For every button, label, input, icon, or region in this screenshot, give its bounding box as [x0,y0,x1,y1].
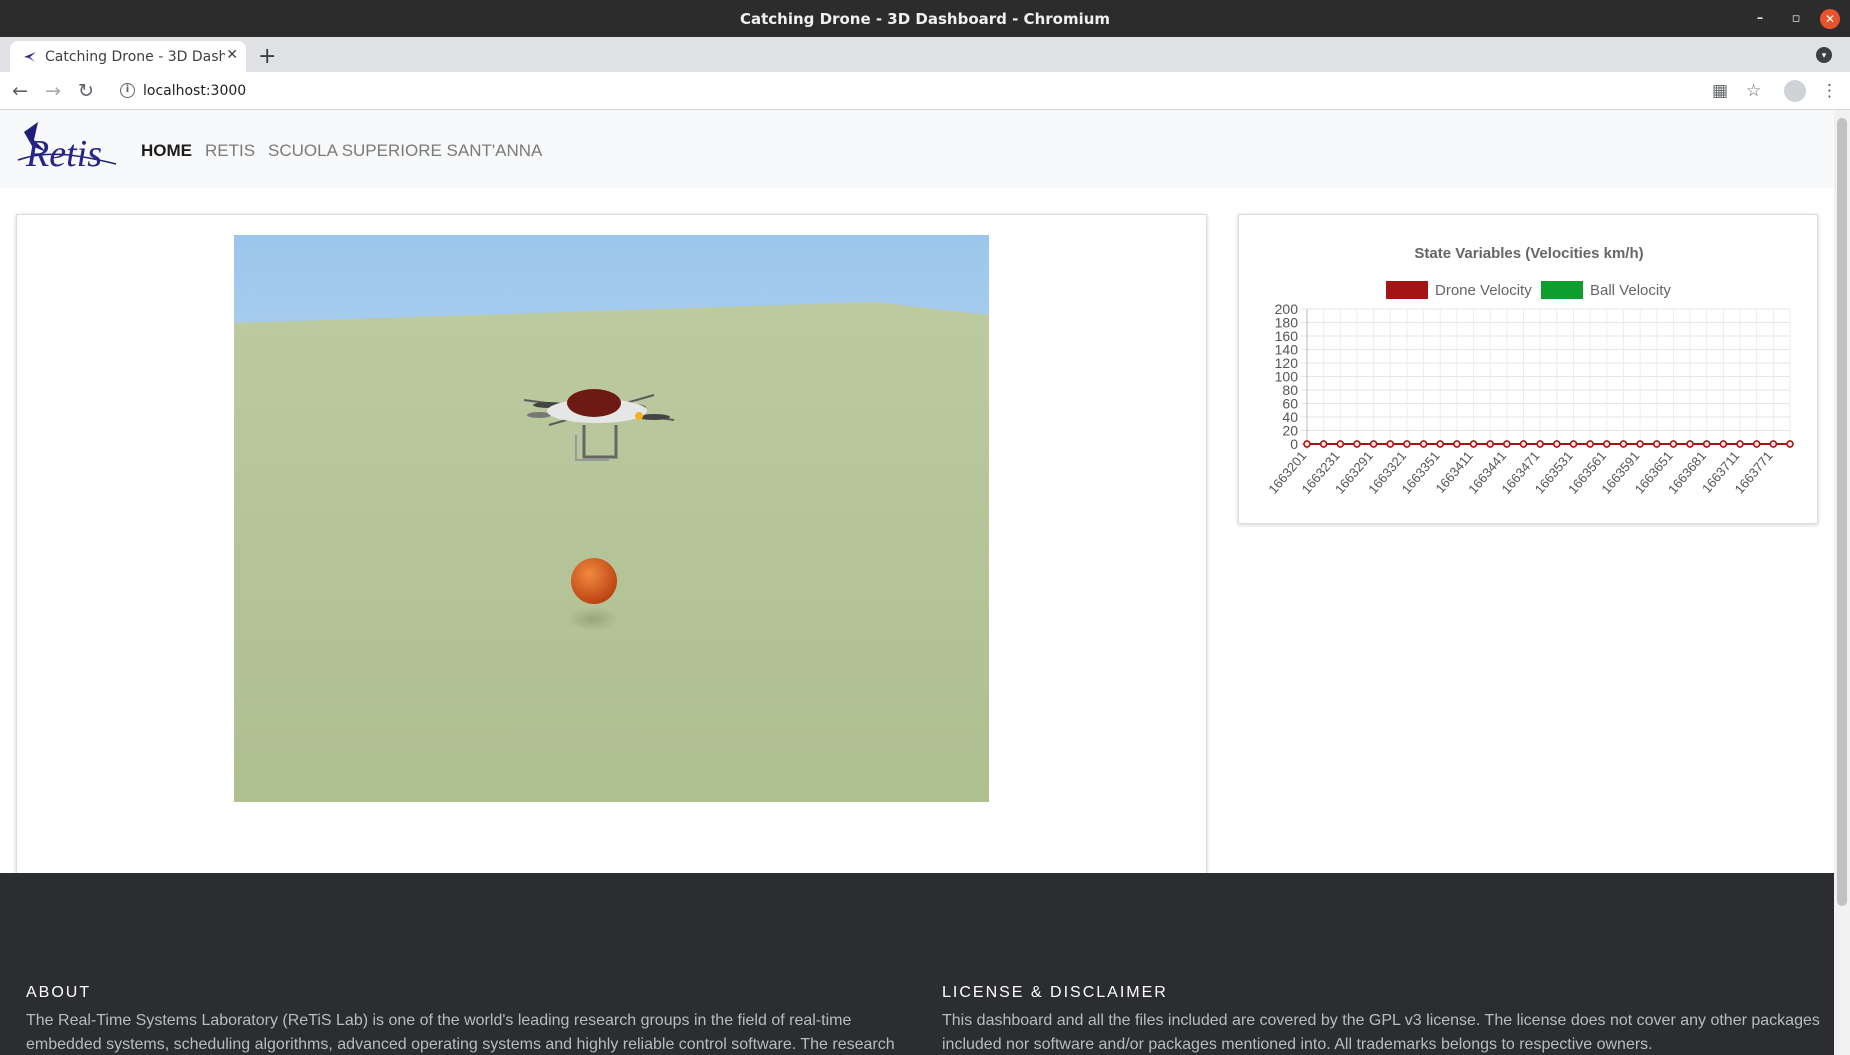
legend-swatch [1541,281,1583,299]
reload-icon[interactable]: ↻ [78,80,94,102]
ball-shadow [567,607,619,631]
window-title: Catching Drone - 3D Dashboard - Chromium [739,10,1111,28]
retis-favicon-icon [24,52,36,62]
data-point [1519,440,1528,448]
data-point [1686,440,1694,448]
page-content: Retis HOME RETIS SCUOLA SUPERIORE SANT'A… [0,110,1834,1055]
site-footer: ABOUT The Real-Time Systems Laboratory (… [0,873,1834,1055]
window-titlebar: Catching Drone - 3D Dashboard - Chromium… [0,0,1850,37]
legend-label: Ball Velocity [1590,282,1671,299]
data-point [1319,440,1328,448]
data-point [1702,440,1711,448]
data-point [1619,440,1628,448]
data-point [1486,440,1494,448]
retis-logo[interactable]: Retis [16,120,120,178]
close-window-icon[interactable]: ✕ [1820,9,1840,29]
svg-text:Retis: Retis [25,133,102,175]
browser-toolbar: ← → ↻ i localhost:3000 ▦ ☆ ⋮ [0,72,1850,110]
scrollbar-thumb[interactable] [1837,118,1847,906]
license-text-line: This dashboard and all the files include… [942,1012,1820,1029]
data-point [1553,440,1561,448]
3d-scene-canvas[interactable] [234,235,989,802]
about-text-line: embedded systems, scheduling algorithms,… [26,1036,895,1053]
data-point [1469,440,1478,448]
data-point [1719,440,1728,448]
license-text-line: included nor software and/or packages me… [942,1036,1653,1053]
data-point [1436,440,1444,448]
tab-strip: Catching Drone - 3D Dash ✕ + ▾ [0,37,1850,72]
velocity-chart-card: State Variables (Velocities km/h) Drone … [1238,214,1818,524]
legend-label: Drone Velocity [1435,282,1532,299]
simulation-card [16,214,1207,932]
data-point [1369,440,1378,448]
data-point [1403,440,1411,448]
ball-model [571,558,617,604]
new-tab-icon[interactable]: + [258,44,276,69]
data-point [1769,440,1778,448]
data-point [1736,440,1744,448]
tab-close-icon[interactable]: ✕ [226,47,238,63]
restore-icon[interactable]: ▫ [1786,9,1806,29]
data-point [1786,440,1794,448]
data-point [1419,440,1428,448]
data-point [1653,440,1661,448]
site-navbar: Retis HOME RETIS SCUOLA SUPERIORE SANT'A… [0,110,1834,188]
data-point [1536,440,1544,448]
browser-menu-icon[interactable]: ⋮ [1821,81,1838,101]
site-info-icon[interactable]: i [120,83,135,98]
back-icon[interactable]: ← [12,80,28,102]
nav-link-santanna[interactable]: SCUOLA SUPERIORE SANT'ANNA [268,141,542,161]
data-point [1386,440,1395,448]
data-point [1353,440,1361,448]
license-text: This dashboard and all the files include… [942,1009,1822,1055]
about-heading: ABOUT [26,984,92,1001]
data-point [1569,440,1578,448]
nav-link-retis[interactable]: RETIS [205,141,255,161]
tab-search-icon[interactable]: ▾ [1816,47,1832,63]
legend-swatch [1386,281,1428,299]
forward-icon[interactable]: → [45,80,61,102]
tab-title: Catching Drone - 3D Dash [45,49,225,65]
url-text[interactable]: localhost:3000 [143,83,246,99]
address-bar[interactable]: i localhost:3000 [112,77,1702,105]
data-point [1752,440,1761,448]
data-point [1303,440,1311,448]
y-tick-label: 200 [1275,301,1299,317]
browser-tab[interactable]: Catching Drone - 3D Dash ✕ [10,41,246,72]
license-heading: LICENSE & DISCLAIMER [942,984,1168,1001]
data-point [1603,440,1611,448]
data-point [1503,440,1511,448]
data-point [1586,440,1594,448]
about-text: The Real-Time Systems Laboratory (ReTiS … [26,1009,906,1055]
qr-code-icon[interactable]: ▦ [1712,81,1728,101]
bookmark-star-icon[interactable]: ☆ [1746,81,1761,101]
page-scrollbar[interactable] [1834,110,1850,1055]
data-point [1453,440,1461,448]
data-point [1669,440,1678,448]
profile-avatar[interactable] [1784,80,1806,102]
velocity-chart[interactable]: Drone Velocity Ball Velocity0204060801001… [1239,215,1819,525]
minimize-icon[interactable]: – [1750,9,1770,29]
data-point [1636,440,1644,448]
nav-link-home[interactable]: HOME [141,141,192,161]
data-point [1336,440,1345,448]
about-text-line: The Real-Time Systems Laboratory (ReTiS … [26,1012,852,1029]
